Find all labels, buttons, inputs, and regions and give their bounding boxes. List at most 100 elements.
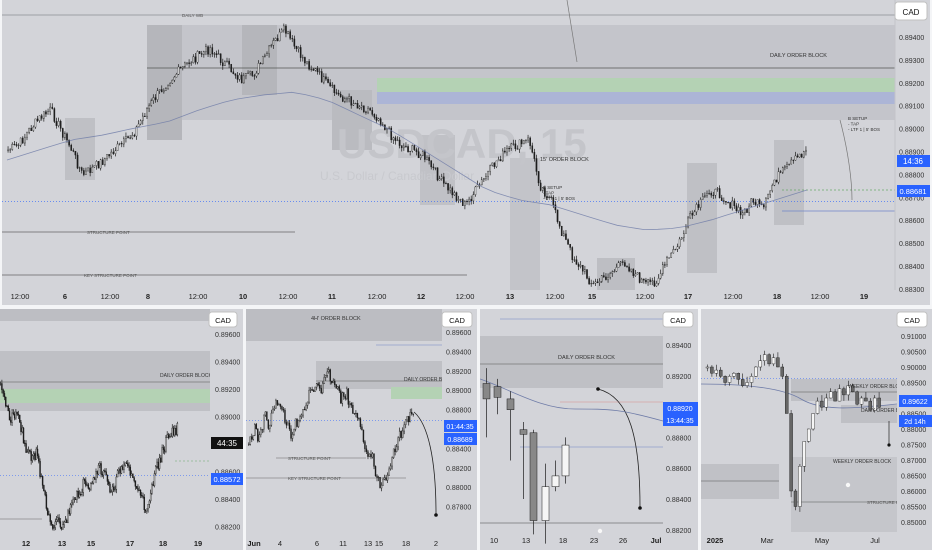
main-setup1-label: - TAP bbox=[543, 191, 554, 196]
bm-candle-body bbox=[318, 384, 321, 389]
bm-candle-body bbox=[248, 444, 250, 446]
br-weekly-ob2-zone bbox=[791, 457, 897, 532]
chart-bm[interactable]: 4H' ORDER BLOCKDAILY ORDER BLOCKSTRUCTUR… bbox=[246, 309, 477, 550]
main-candle-body bbox=[17, 144, 20, 146]
bl-candle bbox=[20, 419, 22, 436]
chart-main[interactable]: USDCAD, 15U.S. Dollar / Canadian Dollar … bbox=[2, 0, 930, 305]
bm-candle bbox=[258, 431, 261, 443]
main-candle bbox=[45, 109, 47, 117]
br-candle bbox=[749, 373, 754, 388]
chart-br[interactable]: WEEKLY ORDER BLOCKDAILY ORDER BLOCKWEEKL… bbox=[701, 309, 932, 550]
bc-daily-ob-label: DAILY ORDER BLOCK bbox=[558, 355, 615, 361]
bl-currency-badge[interactable]: CAD bbox=[208, 311, 238, 328]
main-candle-body bbox=[741, 212, 744, 216]
main-candle-body bbox=[636, 272, 639, 275]
chart-bl[interactable]: DAILY ORDER BLOCK 0.89600 0.89400 0.89200 0… bbox=[0, 309, 243, 550]
bl-candle bbox=[74, 496, 77, 500]
bm-candle-body bbox=[367, 451, 369, 457]
main-candle-body bbox=[501, 150, 504, 162]
main-candle-body bbox=[291, 38, 294, 40]
bc-candle-body bbox=[519, 429, 528, 435]
main-candle bbox=[569, 243, 571, 251]
main-candle bbox=[683, 230, 685, 242]
main-currency-badge[interactable]: CAD bbox=[894, 1, 928, 21]
main-time-tick: 12:00 bbox=[724, 292, 743, 301]
main-candle-body bbox=[346, 98, 348, 100]
main-candle-body bbox=[510, 143, 513, 149]
main-candle bbox=[97, 161, 100, 169]
bm-candle bbox=[285, 419, 288, 429]
main-candle-body bbox=[226, 60, 228, 62]
br-price-tick: 0.88000 bbox=[901, 427, 926, 434]
main-candle-body bbox=[506, 148, 508, 153]
bl-candle-body bbox=[161, 447, 163, 463]
bm-candle bbox=[273, 405, 276, 411]
bm-candle-body bbox=[412, 413, 414, 415]
bm-candle bbox=[263, 414, 265, 433]
bl-candle-body bbox=[69, 504, 72, 514]
main-candle-body bbox=[670, 252, 673, 258]
bc-currency-badge[interactable]: CAD bbox=[662, 311, 694, 328]
bm-candle-body bbox=[386, 474, 389, 481]
main-setup2-label: - TAP bbox=[848, 122, 859, 127]
main-time-tick: 17 bbox=[684, 292, 692, 301]
main-candle-body bbox=[470, 198, 473, 202]
bm-price-tick: 0.89200 bbox=[446, 369, 471, 376]
bl-candle-body bbox=[68, 510, 70, 514]
main-candle-body bbox=[464, 201, 466, 206]
bl-candle bbox=[95, 468, 97, 484]
bl-candle-body bbox=[86, 484, 88, 486]
bl-candle bbox=[120, 465, 123, 475]
main-15-ob-label: 15' ORDER BLOCK bbox=[540, 157, 589, 163]
bl-candle bbox=[137, 484, 139, 493]
bl-candle-body bbox=[77, 491, 79, 498]
bm-candle bbox=[377, 475, 380, 482]
main-candle bbox=[87, 167, 89, 172]
bl-candle-body bbox=[40, 476, 43, 478]
bm-candle bbox=[269, 424, 271, 433]
bm-currency-badge[interactable]: CAD bbox=[441, 311, 473, 328]
bl-candle bbox=[160, 454, 162, 464]
bc-candle-body bbox=[493, 386, 502, 398]
chart-bc[interactable]: DAILY ORDER BLOCK 0.894000.892000.890000… bbox=[480, 309, 698, 550]
main-candle-body bbox=[240, 74, 243, 84]
bl-candle-body bbox=[58, 517, 60, 522]
main-candle-body bbox=[421, 151, 424, 156]
main-projection-path bbox=[839, 119, 853, 201]
main-candle bbox=[805, 146, 807, 156]
bl-candle-body bbox=[11, 412, 13, 423]
bl-candle-body bbox=[73, 498, 76, 500]
br-candle-body bbox=[859, 397, 864, 405]
main-candle-body bbox=[299, 47, 302, 58]
bl-countdown-tag: 44:35 bbox=[211, 437, 243, 449]
br-candle-body bbox=[837, 388, 842, 402]
main-candle-body bbox=[447, 183, 449, 191]
bl-candle-body bbox=[66, 519, 68, 523]
main-candle-body bbox=[417, 151, 420, 159]
bm-candle-body bbox=[332, 380, 334, 383]
bm-candle-body bbox=[383, 477, 386, 480]
main-candle-body bbox=[381, 124, 384, 126]
main-candle bbox=[729, 201, 731, 210]
main-candle bbox=[489, 164, 491, 176]
main-setup1-label: - LTF 1 | 5' BOS bbox=[543, 196, 575, 201]
main-candle-body bbox=[419, 155, 422, 159]
bl-last-price-text: 0.88572 bbox=[213, 475, 240, 484]
bm-candle bbox=[266, 411, 268, 421]
main-candle-body bbox=[468, 198, 470, 202]
br-currency-badge[interactable]: CAD bbox=[896, 311, 928, 328]
bm-candle bbox=[409, 408, 411, 423]
main-candle bbox=[763, 203, 765, 210]
main-candle-body bbox=[588, 278, 590, 285]
main-candle-body bbox=[438, 178, 441, 181]
bl-candle bbox=[1, 379, 3, 394]
br-candle-body bbox=[780, 366, 785, 377]
bl-candle bbox=[36, 445, 39, 459]
main-candle-body bbox=[720, 197, 723, 201]
bm-candle bbox=[389, 463, 392, 471]
bl-candle-body bbox=[71, 502, 73, 505]
main-candle bbox=[474, 185, 477, 197]
main-candle bbox=[680, 237, 683, 240]
main-candle-body bbox=[367, 108, 369, 113]
main-time-tick: 19 bbox=[860, 292, 868, 301]
